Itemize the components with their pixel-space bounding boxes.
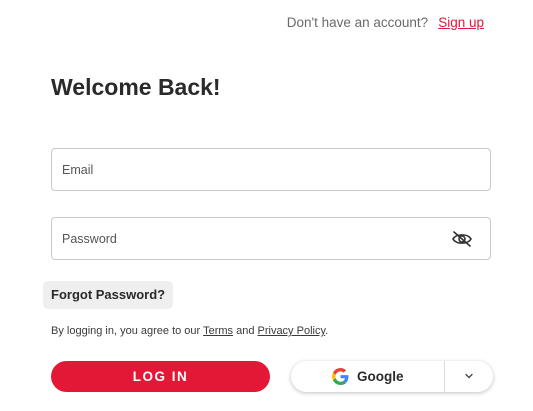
terms-suffix: . bbox=[325, 325, 329, 337]
privacy-policy-link[interactable]: Privacy Policy bbox=[258, 325, 326, 337]
google-signin-button[interactable]: Google bbox=[291, 361, 444, 392]
google-dropdown-button[interactable] bbox=[445, 361, 493, 392]
password-field[interactable]: Password bbox=[51, 217, 491, 260]
terms-link[interactable]: Terms bbox=[203, 325, 233, 337]
signup-prompt-text: Don't have an account? bbox=[286, 15, 429, 30]
terms-prefix: By logging in, you agree to our bbox=[51, 325, 204, 337]
chevron-down-icon bbox=[465, 373, 473, 379]
google-signin-group: Google bbox=[291, 361, 493, 392]
email-input[interactable] bbox=[52, 149, 490, 190]
page-title: Welcome Back! bbox=[51, 74, 221, 100]
eye-off-icon[interactable] bbox=[451, 230, 473, 248]
login-button[interactable]: LOG IN bbox=[51, 361, 270, 392]
google-label: Google bbox=[357, 369, 404, 384]
password-input[interactable] bbox=[52, 218, 490, 259]
forgot-password-button[interactable]: Forgot Password? bbox=[43, 281, 174, 309]
email-field[interactable]: Email bbox=[51, 148, 491, 191]
terms-notice: By logging in, you agree to our Terms an… bbox=[51, 325, 328, 337]
google-g-icon bbox=[332, 368, 349, 385]
signup-prompt: Don't have an account? Sign up bbox=[287, 15, 484, 30]
terms-and: and bbox=[233, 325, 258, 337]
login-page: Don't have an account? Sign up Welcome Ba… bbox=[0, 0, 533, 411]
signup-link[interactable]: Sign up bbox=[438, 15, 484, 30]
